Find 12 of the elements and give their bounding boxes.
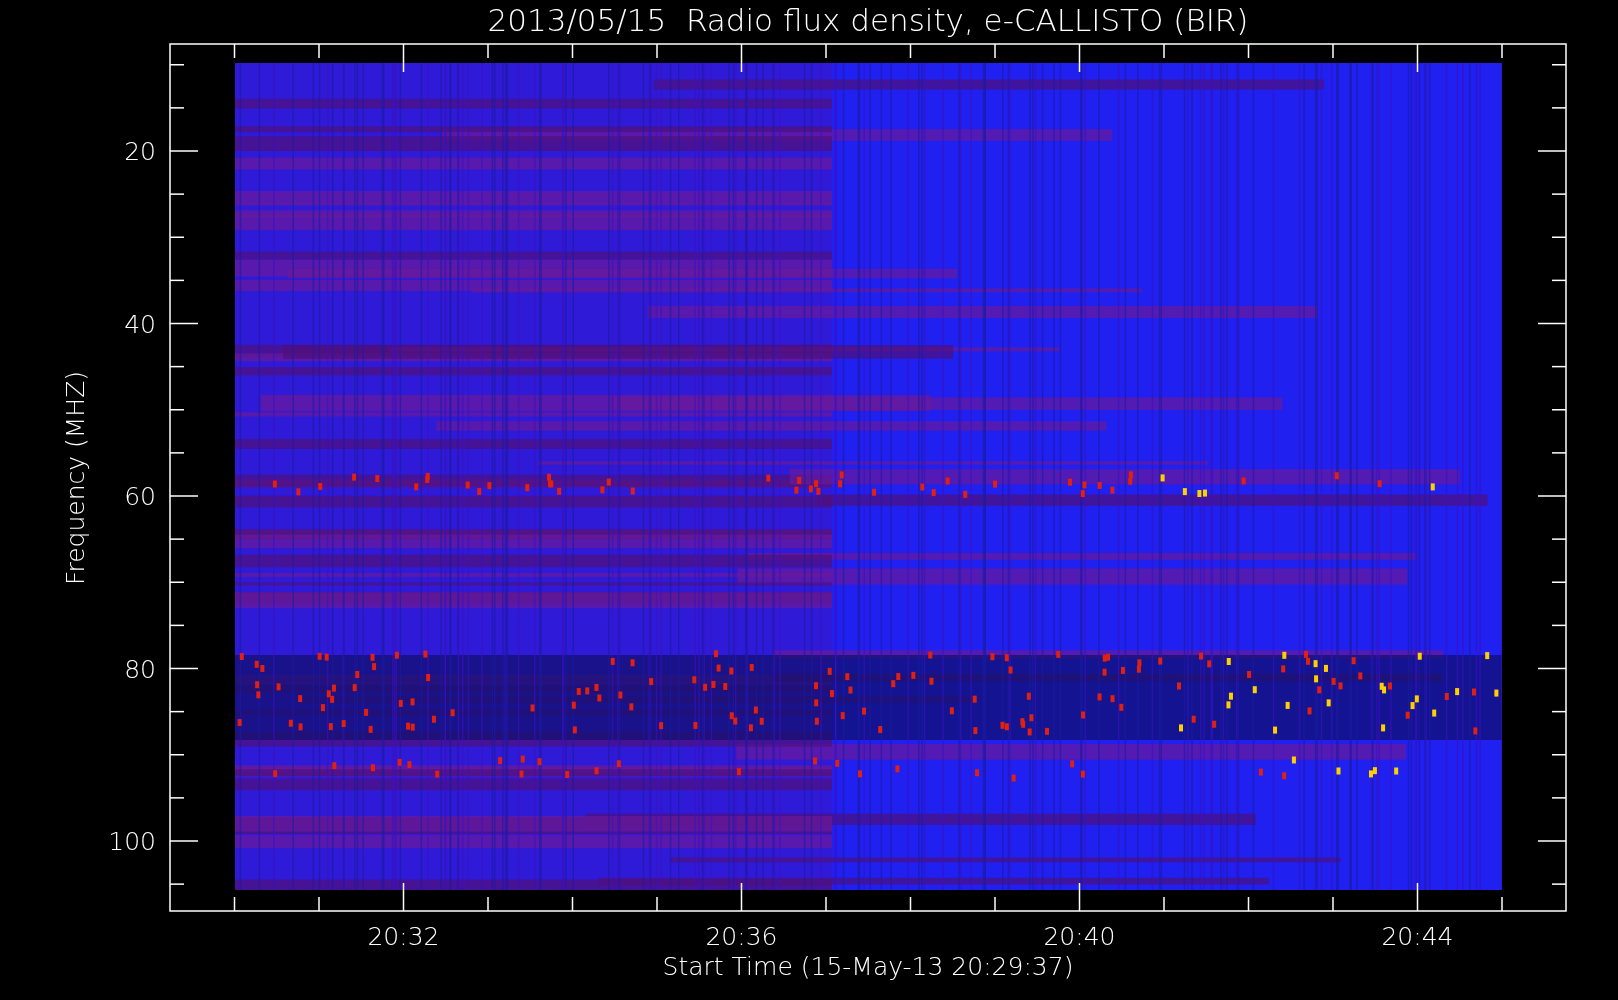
y-tick-label: 20 [124,137,156,166]
y-tick-label: 100 [108,827,156,856]
x-tick-label: 20:36 [705,922,778,951]
chart-title: 2013/05/15 Radio flux density, e-CALLISTO (BIR) [487,2,1249,38]
y-tick-label: 80 [124,654,156,684]
x-tick-label: 20:40 [1043,922,1116,951]
y-tick-label: 60 [124,482,156,511]
y-tick-label: 40 [124,309,156,339]
x-tick-label: 20:44 [1381,922,1454,951]
y-axis-label: Frequency (MHZ) [61,370,90,586]
x-tick-label: 20:32 [367,922,440,951]
x-axis-label: Start Time (15-May-13 20:29:37) [662,952,1074,981]
